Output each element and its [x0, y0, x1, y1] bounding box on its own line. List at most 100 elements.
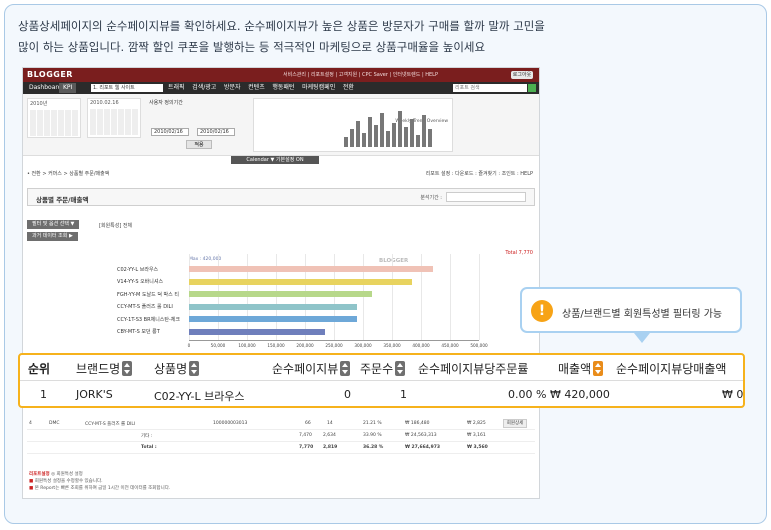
- nav-item-campaign[interactable]: 마케팅캠페인: [302, 84, 335, 91]
- top-links[interactable]: 서비스관리 | 리포트설정 | 고객지원 | CPC Saver | 인터넷트렌…: [283, 71, 438, 78]
- table-row: 기타 : 7,470 2,634 33.90 % ₩ 24,563,313 ₩ …: [27, 430, 535, 442]
- x-tick-label: 400,000: [412, 343, 430, 348]
- filter-options-button[interactable]: 필터 및 옵션 선택 ▼: [27, 220, 80, 229]
- chart-bar[interactable]: [189, 316, 358, 322]
- member-detail-button[interactable]: 회원상세: [503, 419, 527, 428]
- calendar-toggle[interactable]: Calendar ▼ 기본설정 ON: [231, 156, 319, 164]
- header-brand-label: 브랜드명: [76, 362, 121, 376]
- cell-brand: JORK'S: [76, 388, 113, 401]
- cell-per: ₩ 2,825: [467, 421, 486, 426]
- search-icon[interactable]: [528, 84, 536, 92]
- report-tools[interactable]: 리포트 설정 : 다운로드 : 즐겨찾기 : 조인트 : HELP: [426, 170, 533, 177]
- cell-rate: 36.28 %: [363, 445, 384, 450]
- notes-setting-link[interactable]: 회원특성 설정: [57, 472, 83, 477]
- date-label: 2010.02.16: [90, 100, 119, 106]
- trend-bar: [386, 131, 390, 147]
- cell-product[interactable]: CCY-MT-S 플러즈 롤 DILI: [85, 421, 135, 427]
- header-pv: 순수페이지뷰: [272, 360, 351, 377]
- cell-amount: ₩ 186,480: [405, 421, 430, 426]
- sort-icon[interactable]: [340, 361, 351, 376]
- period-label: 분석기간 :: [420, 195, 442, 201]
- tab-kpi[interactable]: KPI: [59, 83, 77, 93]
- notes-icon-1: ■: [29, 479, 34, 484]
- x-tick-label: 200,000: [296, 343, 314, 348]
- category-label: CCY-MT-S 플러즈 롤 DILI: [117, 304, 173, 310]
- site-select[interactable]: 1. 리포트 웹 사이트: [91, 84, 163, 92]
- table-row: 4 DMC CCY-MT-S 플러즈 롤 DILI 100000003013 6…: [27, 418, 535, 430]
- chart-bar[interactable]: [189, 328, 326, 335]
- header-pv-per-order: 순수페이지뷰당주문률: [418, 362, 529, 376]
- notes-title: 리포트설정: [29, 472, 50, 477]
- x-tick-label: 450,000: [441, 343, 459, 348]
- day-calendar[interactable]: 2010.02.16: [87, 98, 141, 138]
- past-data-button[interactable]: 과거 데이터 조회 ▶: [27, 232, 78, 241]
- breadcrumb-row: • 전환 > 커머스 > 상품별 주문/매출액 리포트 설정 : 다운로드 : …: [23, 168, 539, 180]
- cell-brand: DMC: [49, 421, 60, 426]
- nav-item-conversion[interactable]: 전환: [343, 84, 354, 91]
- period-panel: 2010년 2010.02.16 사용자 정의기간 2010/02/16 201…: [23, 94, 539, 156]
- x-tick-label: 150,000: [267, 343, 285, 348]
- intro-line-2: 많이 하는 상품입니다. 깜짝 할인 쿠폰을 발행하는 등 적극적인 마케팅으로…: [18, 40, 486, 54]
- sort-icon[interactable]: [395, 361, 406, 376]
- notes-line-2: 본 Report는 빠른 조회를 위하여 금일 1시간 이전 데이터를 조회합니…: [34, 486, 171, 491]
- trend-bar: [356, 121, 360, 147]
- period-field[interactable]: [446, 192, 526, 202]
- category-label: CCY-1T-S3 BR체니스탄-체크: [117, 316, 180, 323]
- nav-item-traffic[interactable]: 트래픽: [168, 84, 185, 91]
- category-label: FGH-YY-M 도날드 덕 박스 티: [117, 291, 179, 298]
- callout-text: 상품/브랜드별 회원특성별 필터링 가능: [562, 309, 723, 320]
- day-grid[interactable]: [90, 109, 138, 135]
- trend-bar: [392, 123, 396, 147]
- header-sales: 매출액: [558, 360, 604, 377]
- sort-icon[interactable]: [189, 361, 200, 376]
- trend-overview[interactable]: Weekly Trend Overview: [253, 98, 453, 152]
- year-calendar[interactable]: 2010년: [27, 98, 81, 138]
- x-tick-label: 100,000: [238, 343, 256, 348]
- cell-rank: 1: [40, 388, 47, 401]
- breadcrumb[interactable]: • 전환 > 커머스 > 상품별 주문/매출액: [27, 170, 109, 177]
- header-brand: 브랜드명: [76, 360, 133, 377]
- range-title: 사용자 정의기간: [149, 100, 183, 106]
- apply-button[interactable]: 적용: [186, 140, 212, 149]
- chart-total: Total 7,770: [505, 250, 533, 256]
- trend-bar: [416, 135, 420, 147]
- intro-line-1: 상품상세페이지의 순수페이지뷰를 확인하세요. 순수페이지뷰가 높은 상품은 방…: [18, 19, 545, 33]
- app-screenshot: BLOGGER 서비스관리 | 리포트설정 | 고객지원 | CPC Saver…: [22, 67, 540, 499]
- table-row-total: Total : 7,770 2,819 36.28 % ₩ 27,664,973…: [27, 442, 535, 454]
- report-search-input[interactable]: 리포트 검색: [453, 84, 527, 92]
- grid-line: [479, 254, 480, 340]
- sort-active-icon[interactable]: [593, 361, 604, 376]
- trend-bar: [344, 137, 348, 147]
- header-pv-per-sales: 순수페이지뷰당매출액: [616, 362, 727, 376]
- chart-bar[interactable]: [189, 291, 372, 297]
- trend-bar: [362, 133, 366, 147]
- start-date-input[interactable]: 2010/02/16: [151, 128, 189, 136]
- sort-icon[interactable]: [122, 361, 133, 376]
- cell-qty: 2,634: [323, 433, 336, 438]
- logout-button[interactable]: 로그아웃: [511, 71, 533, 79]
- trend-bar: [422, 115, 426, 147]
- filter-tag: [회원특성] 전체: [99, 223, 133, 229]
- category-label: V14-YY-S 오바니셔스: [117, 279, 164, 285]
- logo: BLOGGER: [27, 70, 73, 79]
- cell-product[interactable]: C02-YY-L 브라우스: [154, 388, 245, 404]
- chart-bar[interactable]: [189, 278, 413, 285]
- x-tick-label: 300,000: [354, 343, 372, 348]
- end-date-input[interactable]: 2010/02/16: [197, 128, 235, 136]
- chart-bar[interactable]: [189, 303, 358, 310]
- notes: 리포트설정 ◎ 회원특성 설정 ■ 회원특성 설정을 수정할수 있습니다. ■ …: [29, 472, 171, 491]
- nav-item-search-ad[interactable]: 검색/광고: [192, 84, 216, 91]
- month-grid[interactable]: [30, 110, 78, 136]
- page-header: 상품별 주문/매출액 분석기간 :: [27, 188, 535, 206]
- nav-item-behavior[interactable]: 행동패턴: [272, 84, 294, 91]
- nav-item-content[interactable]: 컨텐츠: [248, 84, 265, 91]
- cell-per: ₩ 3,161: [467, 433, 486, 438]
- chart-bar[interactable]: [189, 266, 433, 272]
- header-rank: 순위: [28, 362, 51, 376]
- chart-logo: BLOGGER: [379, 258, 409, 264]
- category-label: C02-YY-L 브라우스: [117, 266, 159, 273]
- cell-pv: 100000003013: [213, 421, 248, 426]
- grid-line: [450, 254, 451, 340]
- nav-item-visitor[interactable]: 방문자: [224, 84, 241, 91]
- page-title: 상품별 주문/매출액: [36, 196, 89, 204]
